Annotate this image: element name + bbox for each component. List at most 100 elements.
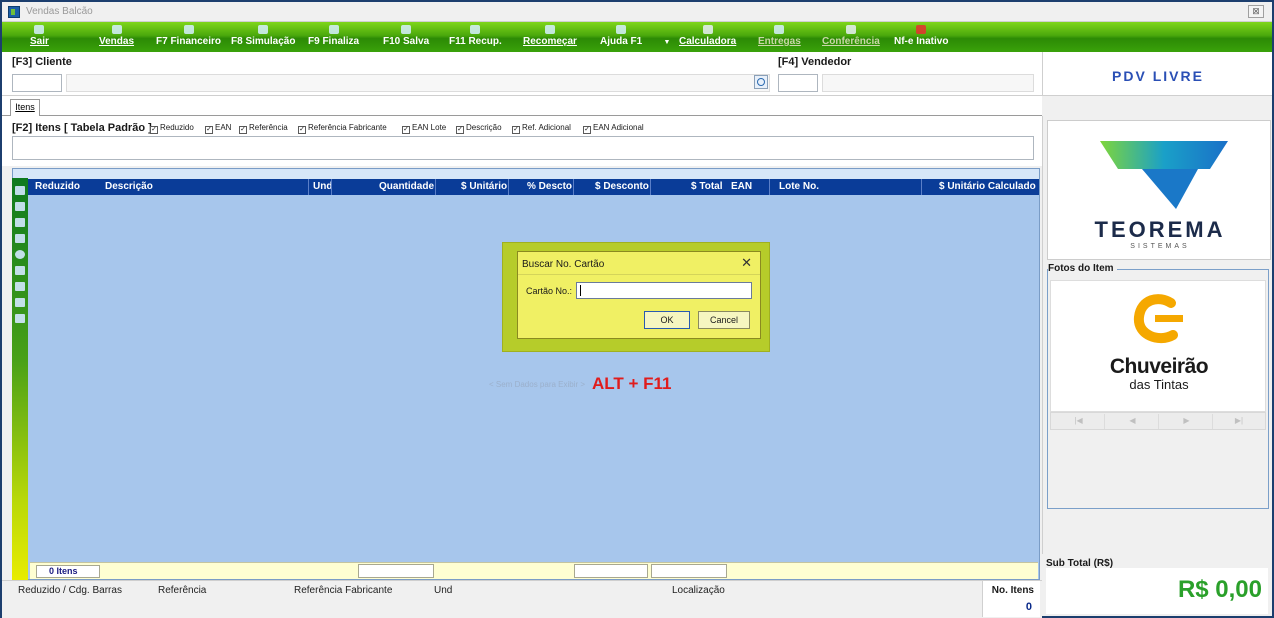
sales-icon (111, 25, 122, 34)
dialog-title: Buscar No. Cartão (522, 259, 605, 270)
toolbar-conferencia-button[interactable]: Conferência (822, 22, 880, 52)
col-descricao[interactable]: Descrição (105, 181, 153, 192)
right-panel: TEOREMA SISTEMAS Fotos do Item Chuveirão… (1042, 116, 1272, 616)
recover-icon (470, 25, 481, 34)
grid-tool-icon[interactable] (15, 218, 25, 227)
window-close-button[interactable]: ⊠ (1248, 5, 1264, 18)
exit-icon (34, 25, 45, 34)
check-icon: ✓ (512, 126, 520, 134)
items-header: [F2] Itens [ Tabela Padrão ] (12, 122, 152, 134)
check-icon: ✓ (456, 126, 464, 134)
cancel-button[interactable]: Cancel (698, 311, 750, 329)
toolbar-simulacao-button[interactable]: F8 Simulação (231, 22, 295, 52)
check-icon: ✓ (239, 126, 247, 134)
col-unitario[interactable]: $ Unitário (461, 181, 507, 192)
col-lote[interactable]: Lote No. (779, 181, 819, 192)
shortcut-hint: ALT + F11 (592, 374, 672, 393)
checkbox-ean-adicional[interactable]: ✓ EAN Adicional (583, 123, 644, 134)
check-icon: ✓ (205, 126, 213, 134)
vendedor-name-input[interactable] (822, 74, 1034, 92)
grid-tool-icon[interactable] (15, 266, 25, 275)
tab-itens[interactable]: Itens (10, 99, 40, 116)
grid-empty-text: < Sem Dados para Exibir > (489, 380, 586, 389)
brand-panel: PDV LIVRE (1042, 52, 1272, 96)
photo-prev-button[interactable]: ◀ (1107, 414, 1159, 429)
tools-icon[interactable] (15, 314, 25, 323)
checkbox-ean[interactable]: ✓ EAN (205, 123, 231, 134)
detail-reduzido-label: Reduzido / Cdg. Barras (18, 585, 122, 596)
toolbar-sair-button[interactable]: Sair (30, 22, 49, 52)
grid-tool-icon[interactable] (15, 186, 25, 195)
toolbar-finaliza-button[interactable]: F9 Finaliza (308, 22, 359, 52)
col-descto[interactable]: % Descto (527, 181, 572, 192)
col-sep (769, 179, 770, 195)
toolbar-nfe-button[interactable]: Nf-e Inativo (894, 22, 948, 52)
col-ean[interactable]: EAN (731, 181, 752, 192)
calendar-icon[interactable] (15, 298, 25, 307)
items-grid[interactable]: Reduzido Descrição Und Quantidade $ Unit… (12, 168, 1040, 580)
calculator-icon (702, 25, 713, 34)
photo-last-button[interactable]: ▶| (1213, 414, 1265, 429)
vendedor-code-input[interactable] (778, 74, 818, 92)
toolbar-entregas-button[interactable]: Entregas (758, 22, 801, 52)
info-icon[interactable] (15, 250, 25, 259)
detail-localizacao-label: Localização (672, 585, 725, 596)
title-bar: Vendas Balcão ⊠ (2, 2, 1272, 22)
toolbar-salva-button[interactable]: F10 Salva (383, 22, 429, 52)
dialog-close-icon[interactable]: ✕ (741, 255, 752, 271)
cliente-label: [F3] Cliente (12, 56, 72, 68)
checkbox-ean-lote[interactable]: ✓ EAN Lote (402, 123, 446, 134)
money-icon (183, 25, 194, 34)
toolbar-vendas-button[interactable]: Vendas (99, 22, 134, 52)
checkbox-ref-adicional[interactable]: ✓ Ref. Adicional (512, 123, 571, 134)
check-icon: ✓ (402, 126, 410, 134)
grid-side-toolbar (12, 178, 28, 580)
check-icon: ✓ (298, 126, 306, 134)
col-total[interactable]: $ Total (691, 181, 722, 192)
toolbar-ajuda-button[interactable]: Ajuda F1 (600, 22, 642, 52)
cartao-input[interactable] (576, 282, 752, 299)
col-reduzido[interactable]: Reduzido (35, 181, 80, 192)
pdv-title: PDV LIVRE (1112, 68, 1204, 84)
checkbox-referencia-fabricante[interactable]: ✓ Referência Fabricante (298, 123, 387, 134)
footer-sum-quantidade (358, 564, 434, 578)
cartao-label: Cartão No.: (526, 286, 573, 296)
footer-sum-desconto (574, 564, 648, 578)
col-und[interactable]: Und (313, 181, 332, 192)
col-unitario-calculado[interactable]: $ Unitário Calculado (939, 181, 1036, 192)
toolbar-recomecar-button[interactable]: Recomeçar (523, 22, 577, 52)
teorema-logo: TEOREMA SISTEMAS (1047, 120, 1271, 260)
item-photo: Chuveirão das Tintas (1050, 280, 1266, 412)
toolbar-dropdown-arrow[interactable]: ▼ (662, 22, 672, 52)
document-icon[interactable] (15, 282, 25, 291)
col-sep (921, 179, 922, 195)
grid-tool-icon[interactable] (15, 202, 25, 211)
col-quantidade[interactable]: Quantidade (379, 181, 434, 192)
checkbox-descricao[interactable]: ✓ Descrição (456, 123, 502, 134)
checkbox-reduzido[interactable]: ✓ Reduzido (150, 123, 194, 134)
teorema-mark-icon (1100, 141, 1228, 209)
photo-first-button[interactable]: |◀ (1053, 414, 1105, 429)
toolbar-financeiro-button[interactable]: F7 Financeiro (156, 22, 221, 52)
app-window: Vendas Balcão ⊠ Sair Vendas F7 Financeir… (0, 0, 1274, 618)
logo-sub: SISTEMAS (1130, 243, 1190, 250)
grid-tool-icon[interactable] (15, 234, 25, 243)
check-icon: ✓ (150, 126, 158, 134)
photo-next-button[interactable]: ▶ (1161, 414, 1213, 429)
cliente-code-input[interactable] (12, 74, 62, 92)
toolbar-recup-button[interactable]: F11 Recup. (449, 22, 502, 52)
vendedor-label: [F4] Vendedor (778, 56, 852, 68)
items-search-input[interactable] (12, 136, 1034, 160)
buscar-cartao-dialog: Buscar No. Cartão ✕ Cartão No.: OK Cance… (517, 251, 761, 339)
grid-footer: 0 Itens (30, 562, 1038, 579)
fotos-label: Fotos do Item (1048, 263, 1117, 274)
toolbar-calculadora-button[interactable]: Calculadora (679, 22, 736, 52)
cliente-name-input[interactable] (66, 74, 770, 92)
simulation-icon (258, 25, 269, 34)
cliente-search-icon[interactable] (754, 75, 768, 89)
ok-button[interactable]: OK (644, 311, 690, 329)
checkbox-referencia[interactable]: ✓ Referência (239, 123, 288, 134)
no-itens-box: No. Itens 0 (982, 581, 1040, 617)
col-desconto[interactable]: $ Desconto (595, 181, 649, 192)
items-count: 0 Itens (36, 565, 100, 578)
